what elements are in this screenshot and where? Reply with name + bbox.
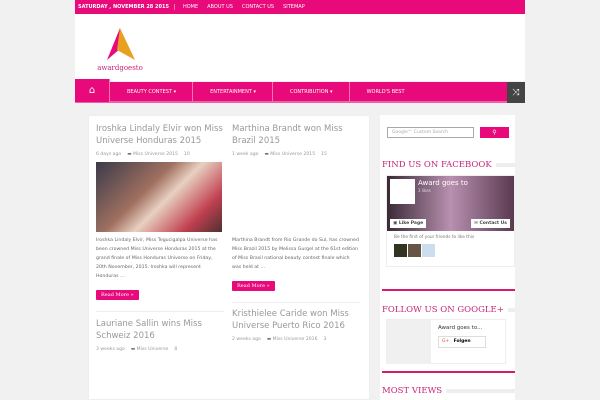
google-page-avatar[interactable] [387,320,431,364]
post-title[interactable]: Kristhielee Caride won Miss Universe Pue… [232,309,360,332]
read-more-button[interactable]: Read More » [96,290,139,300]
home-button[interactable]: ⌂ [75,79,110,102]
home-icon: ⌂ [88,85,96,96]
contact-us-button[interactable]: ✉ Contact Us [471,219,510,228]
like-page-button[interactable]: ▣ Like Page [390,219,427,228]
header: awardgoesto [75,14,525,81]
friend-avatars [387,244,514,257]
logo-text: awardgoesto [97,64,143,72]
post-card: Iroshka Lindaly Elvir won Miss Universe … [96,124,224,352]
search-input[interactable]: Google™ Custom Search [387,127,474,138]
divider [232,302,360,303]
post-card: Marthina Brandt won Miss Brazil 2015 1 w… [232,124,360,342]
follow-button[interactable]: G+ Folgen [438,336,486,348]
google-plus-icon: G+ [442,339,450,344]
facebook-page-avatar[interactable] [390,179,415,204]
divider [382,371,515,373]
logo[interactable]: awardgoesto [95,26,145,76]
date: SATURDAY , NOVEMBER 28 2015 [78,4,175,10]
sidebar: Google™ Custom Search ⚲ FIND US ON FACEB… [380,115,515,400]
friend-avatar[interactable] [422,244,435,257]
like-label: Like Page [398,221,424,226]
top-bar: SATURDAY , NOVEMBER 28 2015 HOME ABOUT U… [75,0,525,14]
divider [382,289,515,291]
top-link-home[interactable]: HOME [183,4,198,10]
google-heading: FOLLOW US ON GOOGLE+ [382,305,515,315]
main-nav: ⌂ BEAUTY CONTEST ▾ ENTERTAINMENT ▾ CONTR… [75,79,525,103]
search-button[interactable]: ⚲ [480,127,509,138]
post-title[interactable]: Iroshka Lindaly Elvir won Miss Universe … [96,124,224,147]
most-views-heading: MOST VIEWS [382,386,515,396]
facebook-heading: FIND US ON FACEBOOK [382,160,515,170]
read-more-button[interactable]: Read More » [232,281,275,291]
facebook-friends-text: Be the first of your friends to like thi… [394,235,475,240]
nav-entertainment[interactable]: ENTERTAINMENT ▾ [193,82,273,101]
facebook-likes: 3 likes [418,188,431,193]
post-title[interactable]: Marthina Brandt won Miss Brazil 2015 [232,124,360,147]
post-category[interactable]: Miss Universe [131,347,169,352]
post-image[interactable] [96,162,222,232]
facebook-page-name[interactable]: Award goes to [418,179,468,187]
post-list: Iroshka Lindaly Elvir won Miss Universe … [88,115,370,400]
nav-beauty-contest[interactable]: BEAUTY CONTEST ▾ [110,82,194,101]
post-category[interactable]: Miss Universe 2015 [127,152,178,157]
post-title[interactable]: Lauriane Sallin wins Miss Schweiz 2016 [96,319,224,342]
search-icon: ⚲ [492,129,497,136]
post-excerpt: Marthina Brandt from Rio Grande do Sul, … [232,238,359,270]
logo-mark-icon [107,28,135,60]
top-link-contact[interactable]: CONTACT US [242,4,274,10]
heading-text: MOST VIEWS [382,386,443,396]
heading-text: FIND US ON FACEBOOK [382,160,492,170]
google-widget: Award goes to... G+ Folgen [386,319,506,364]
post-category[interactable]: Miss Universe 2015 [264,152,315,157]
post-excerpt: Iroshka Lindaly Elvir, Miss Tegucigalpa … [96,238,218,279]
heading-text: FOLLOW US ON GOOGLE+ [382,305,504,315]
post-time: 1 week ago [232,152,259,157]
nav-contribution[interactable]: CONTRIBUTION ▾ [273,82,350,101]
shuffle-icon[interactable]: ⤨ [507,82,525,103]
contact-label: Contact Us [479,221,507,226]
top-link-about[interactable]: ABOUT US [207,4,233,10]
post-time: 3 weeks ago [96,347,125,352]
friend-avatar[interactable] [394,244,407,257]
post-views: 15 [321,152,327,157]
top-link-sitemap[interactable]: SITEMAP [283,4,305,10]
google-page-name[interactable]: Award goes to... [438,325,482,331]
post-time: 2 weeks ago [232,337,261,342]
follow-label: Folgen [453,339,471,344]
facebook-widget: Award goes to 3 likes ▣ Like Page ✉ Cont… [386,175,515,267]
post-views: 3 [323,337,327,342]
nav-worlds-best[interactable]: WORLD'S BEST [350,82,421,101]
post-category[interactable]: Miss Universe 2016 [267,337,318,342]
post-time: 6 days ago [96,152,122,157]
post-views: 8 [174,347,178,352]
post-views: 10 [183,152,190,157]
friend-avatar[interactable] [408,244,421,257]
divider [96,311,224,312]
